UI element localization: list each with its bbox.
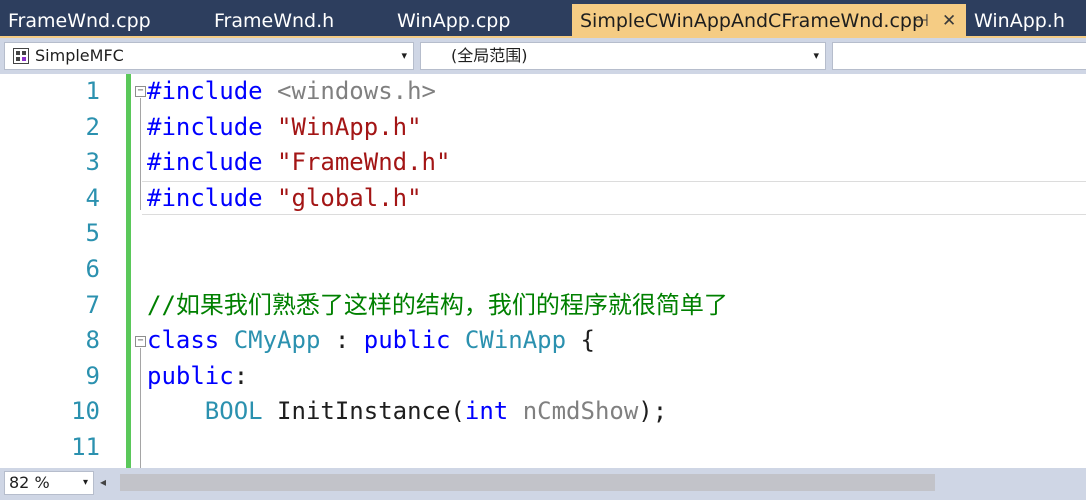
tab-label: WinApp.h bbox=[974, 10, 1065, 32]
horizontal-scrollbar-thumb[interactable] bbox=[120, 474, 935, 491]
preprocessor-directive: #include bbox=[147, 77, 263, 105]
tab-label: WinApp.cpp bbox=[397, 10, 511, 32]
editor-status-bar: 82 % ▾ ◂ bbox=[0, 468, 1086, 500]
include-target: "FrameWnd.h" bbox=[262, 148, 451, 177]
line-number: 5 bbox=[85, 219, 100, 248]
include-target: <windows.h> bbox=[262, 77, 436, 105]
code-line-7: //如果我们熟悉了这样的结构，我们的程序就很简单了 bbox=[147, 290, 728, 319]
code-line-4: #include "global.h" bbox=[147, 181, 422, 217]
chevron-down-icon: ▾ bbox=[813, 49, 819, 62]
tab-label: SimpleCWinAppAndCFrameWnd.cpp bbox=[580, 10, 925, 32]
pin-icon[interactable]: ⊣ bbox=[914, 4, 929, 38]
keyword: public bbox=[363, 326, 451, 355]
collapse-icon[interactable]: − bbox=[135, 86, 146, 97]
close-icon[interactable]: ✕ bbox=[942, 4, 956, 38]
punctuation: : bbox=[233, 361, 249, 390]
code-line-8: class CMyApp : public CWinApp { bbox=[147, 323, 595, 359]
punctuation: ); bbox=[638, 397, 668, 426]
code-line-2: #include "WinApp.h" bbox=[147, 110, 422, 146]
project-name: SimpleMFC bbox=[35, 46, 124, 65]
line-number: 9 bbox=[85, 361, 100, 390]
tab-simplecwinappandcframewnd-cpp[interactable]: SimpleCWinAppAndCFrameWnd.cpp ⊣ ✕ bbox=[572, 4, 966, 38]
keyword: int bbox=[464, 397, 509, 426]
line-number: 3 bbox=[85, 148, 100, 177]
collapse-icon[interactable]: − bbox=[135, 336, 146, 347]
preprocessor-directive: #include bbox=[147, 183, 263, 212]
chevron-down-icon: ▾ bbox=[401, 49, 407, 62]
tab-winapp-h[interactable]: WinApp.h bbox=[966, 4, 1086, 38]
tab-framewnd-h[interactable]: FrameWnd.h bbox=[206, 4, 376, 38]
line-number: 6 bbox=[85, 255, 100, 283]
preprocessor-directive: #include bbox=[147, 112, 263, 141]
preprocessor-directive: #include bbox=[147, 148, 263, 177]
line-number: 8 bbox=[85, 326, 100, 355]
tab-framewnd-cpp[interactable]: FrameWnd.cpp bbox=[0, 4, 190, 38]
line-number: 11 bbox=[71, 433, 100, 461]
fold-guide bbox=[140, 348, 141, 468]
project-dropdown[interactable]: SimpleMFC ▾ bbox=[4, 42, 414, 70]
fold-guide bbox=[140, 98, 141, 210]
tab-winapp-cpp[interactable]: WinApp.cpp bbox=[389, 4, 569, 38]
chevron-down-icon: ▾ bbox=[82, 477, 88, 488]
keyword: public bbox=[147, 361, 234, 390]
punctuation: : bbox=[320, 326, 364, 355]
scope-dropdown[interactable]: (全局范围) ▾ bbox=[420, 42, 826, 70]
project-icon bbox=[13, 48, 29, 64]
tab-label: FrameWnd.cpp bbox=[8, 10, 151, 32]
class-name: CMyApp bbox=[219, 326, 321, 355]
tab-label: FrameWnd.h bbox=[214, 10, 335, 32]
zoom-dropdown[interactable]: 82 % ▾ bbox=[4, 471, 94, 495]
line-number: 4 bbox=[85, 183, 100, 212]
change-tracking-bar bbox=[126, 74, 131, 468]
include-target: "global.h" bbox=[262, 183, 422, 212]
member-dropdown[interactable] bbox=[832, 42, 1086, 70]
line-number: 2 bbox=[85, 112, 100, 141]
line-number: 7 bbox=[85, 290, 100, 319]
parameter-name: nCmdShow bbox=[508, 397, 639, 426]
function-name: InitInstance( bbox=[262, 397, 465, 426]
keyword: class bbox=[147, 326, 220, 355]
include-target: "WinApp.h" bbox=[262, 112, 422, 141]
type-name: BOOL bbox=[204, 397, 263, 426]
base-class-name: CWinApp bbox=[450, 326, 567, 355]
code-line-9: public: bbox=[147, 359, 248, 395]
navigation-bar: SimpleMFC ▾ (全局范围) ▾ bbox=[0, 38, 1086, 74]
zoom-level: 82 % bbox=[9, 473, 50, 492]
code-editor[interactable]: 1 2 3 4 5 6 7 8 9 10 11 − − #include <wi… bbox=[0, 74, 1086, 468]
code-line-3: #include "FrameWnd.h" bbox=[147, 145, 450, 181]
line-number: 1 bbox=[85, 77, 100, 105]
line-number: 10 bbox=[71, 397, 100, 426]
scroll-left-icon[interactable]: ◂ bbox=[100, 475, 106, 489]
scope-label: (全局范围) bbox=[451, 46, 528, 65]
code-line-10: BOOL InitInstance(int nCmdShow); bbox=[147, 394, 667, 430]
punctuation: { bbox=[566, 326, 595, 355]
document-tab-bar: FrameWnd.cpp FrameWnd.h WinApp.cpp Simpl… bbox=[0, 0, 1086, 38]
code-line-1: #include <windows.h> bbox=[147, 74, 436, 110]
